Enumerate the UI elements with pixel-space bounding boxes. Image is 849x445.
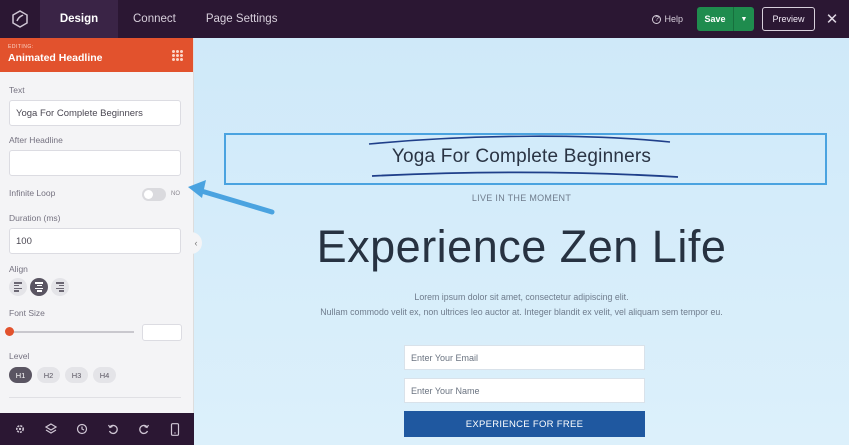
tab-page-settings[interactable]: Page Settings xyxy=(191,0,293,38)
tab-design[interactable]: Design xyxy=(40,0,118,38)
text-label: Text xyxy=(9,85,25,95)
hero-description-line-2: Nullam commodo velit ex, non ultrices le… xyxy=(320,307,723,317)
undo-icon[interactable] xyxy=(106,422,120,436)
align-buttons xyxy=(9,278,69,296)
hero-title[interactable]: Experience Zen Life xyxy=(194,221,849,273)
settings-sidebar: EDITING: Animated Headline Text Yoga For… xyxy=(0,38,194,413)
level-h2-button[interactable]: H2 xyxy=(37,367,60,383)
editing-header: EDITING: Animated Headline xyxy=(0,38,193,72)
infinite-loop-label: Infinite Loop xyxy=(9,188,56,198)
app-logo-icon[interactable] xyxy=(0,0,40,38)
layers-icon[interactable] xyxy=(44,422,58,436)
level-h1-button[interactable]: H1 xyxy=(9,367,32,383)
level-h4-button[interactable]: H4 xyxy=(93,367,116,383)
preview-button[interactable]: Preview xyxy=(762,7,815,31)
text-input[interactable]: Yoga For Complete Beginners xyxy=(9,100,181,126)
align-center-icon xyxy=(35,282,43,292)
settings-icon[interactable] xyxy=(13,422,27,436)
help-icon: ? xyxy=(652,14,662,24)
help-link[interactable]: ? Help xyxy=(652,14,683,24)
font-size-slider-track[interactable] xyxy=(10,331,134,333)
close-icon[interactable]: ✕ xyxy=(815,0,849,38)
experience-for-free-button[interactable]: EXPERIENCE FOR FREE xyxy=(404,411,645,437)
redo-icon[interactable] xyxy=(137,422,151,436)
font-size-input[interactable] xyxy=(142,324,182,341)
save-button-group: Save ▼ xyxy=(697,7,754,31)
editing-title: Animated Headline xyxy=(8,52,103,64)
tab-connect[interactable]: Connect xyxy=(118,0,191,38)
annotation-arrow-icon xyxy=(188,180,275,215)
duration-label: Duration (ms) xyxy=(9,213,61,223)
help-label: Help xyxy=(664,14,683,24)
align-left-icon xyxy=(14,282,22,292)
drag-grid-icon[interactable] xyxy=(172,50,183,61)
level-buttons: H1 H2 H3 H4 xyxy=(9,367,116,383)
font-size-slider-handle[interactable] xyxy=(5,327,14,336)
animated-headline[interactable]: Yoga For Complete Beginners xyxy=(194,146,849,168)
align-right-button[interactable] xyxy=(51,278,69,296)
topbar-actions: ? Help Save ▼ Preview ✕ xyxy=(652,0,849,38)
level-h3-button[interactable]: H3 xyxy=(65,367,88,383)
align-label: Align xyxy=(9,264,28,274)
save-options-caret-icon[interactable]: ▼ xyxy=(734,7,754,31)
level-label: Level xyxy=(9,351,30,361)
hero-description-line-1: Lorem ipsum dolor sit amet, consectetur … xyxy=(414,292,629,302)
name-field[interactable]: Enter Your Name xyxy=(404,378,645,403)
align-right-icon xyxy=(56,282,64,292)
hero-kicker: LIVE IN THE MOMENT xyxy=(471,193,572,203)
infinite-loop-toggle[interactable] xyxy=(142,188,166,201)
align-center-button[interactable] xyxy=(30,278,48,296)
email-field[interactable]: Enter Your Email xyxy=(404,345,645,370)
sidebar-divider xyxy=(9,397,181,398)
toggle-knob xyxy=(144,190,153,199)
mobile-preview-icon[interactable] xyxy=(168,422,182,436)
after-headline-input[interactable] xyxy=(9,150,181,176)
align-left-button[interactable] xyxy=(9,278,27,296)
after-headline-label: After Headline xyxy=(9,135,63,145)
infinite-loop-state: NO xyxy=(171,191,180,197)
editing-kicker: EDITING: xyxy=(8,44,34,50)
font-size-label: Font Size xyxy=(9,308,45,318)
page-canvas: Yoga For Complete Beginners LIVE IN THE … xyxy=(194,38,849,445)
history-icon[interactable] xyxy=(75,422,89,436)
duration-input[interactable]: 100 xyxy=(9,228,181,254)
bottom-toolbar xyxy=(0,413,194,445)
save-button[interactable]: Save xyxy=(697,7,734,31)
top-bar: Design Connect Page Settings ? Help Save… xyxy=(0,0,849,38)
